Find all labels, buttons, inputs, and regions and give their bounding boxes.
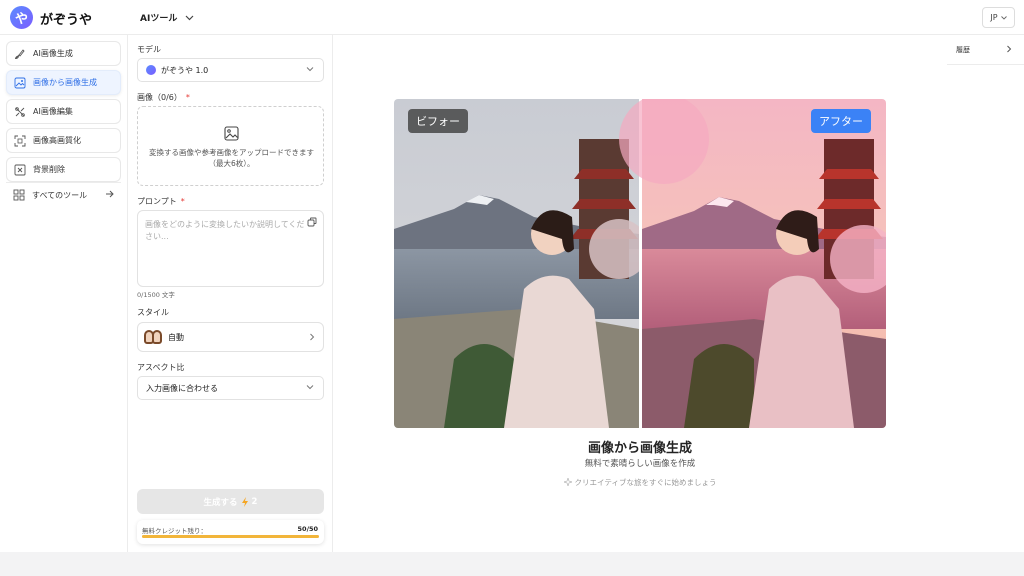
brand-logo[interactable]: や: [10, 6, 33, 29]
image-label: 画像（0/6）: [137, 93, 182, 102]
model-logo-icon: [146, 65, 156, 75]
aspect-ratio-label: アスペクト比: [137, 363, 185, 372]
arrow-right-icon: [106, 190, 114, 198]
upload-instructions: 変換する画像や参考画像をアップロードできます（最大6枚）。: [149, 148, 314, 168]
sidebar-item-label: AI画像編集: [33, 107, 73, 116]
required-mark: *: [185, 93, 190, 102]
credits-value: 50/50: [297, 525, 318, 533]
sidebar-item-label: 画像高画質化: [33, 136, 81, 145]
upscale-icon: [14, 135, 26, 146]
prompt-placeholder: 画像をどのように変換したいか説明してください...: [145, 220, 305, 241]
image-edit-icon: [14, 77, 26, 88]
style-thumbnail-icon: [144, 329, 162, 345]
chevron-down-icon: [185, 15, 194, 20]
model-select[interactable]: がぞうや 1.0: [137, 58, 324, 82]
history-label: 履歴: [956, 45, 970, 54]
before-after-comparison[interactable]: ビフォー アフター: [394, 99, 886, 428]
chevron-down-icon: [306, 385, 314, 390]
generate-button[interactable]: 生成する 2: [137, 489, 324, 514]
style-selector[interactable]: 自動: [137, 322, 324, 352]
language-selector[interactable]: JP: [982, 7, 1015, 28]
lightning-icon: [241, 496, 248, 507]
credits-card: 無料クレジット残り： 50/50: [137, 520, 324, 544]
copy-icon[interactable]: [307, 217, 317, 227]
credits-progress-bar: [142, 535, 319, 538]
sidebar-divider: [6, 182, 121, 183]
generate-label: 生成する: [203, 497, 238, 508]
sidebar-item-label: すべてのツール: [32, 190, 88, 200]
prompt-label: プロンプト: [137, 197, 177, 206]
sidebar-item-ai-image-generation[interactable]: AI画像生成: [6, 41, 121, 66]
sidebar-item-upscale[interactable]: 画像高画質化: [6, 128, 121, 153]
main-preview-area: ビフォー アフター 画像から画像生成 無料で素晴らしい画像を作成 クリエイティブ…: [333, 35, 947, 552]
sidebar-item-all-tools[interactable]: すべてのツール: [6, 184, 121, 206]
brush-icon: [14, 48, 25, 59]
prompt-char-counter: 0/1500 文字: [137, 291, 175, 299]
sidebar-item-background-removal[interactable]: 背景削除: [6, 157, 121, 182]
required-mark: *: [180, 197, 185, 206]
ai-tools-menu-label: AIツール: [140, 14, 178, 24]
sidebar-item-image-to-image[interactable]: 画像から画像生成: [6, 70, 121, 95]
history-panel: 履歴: [947, 35, 1024, 552]
sidebar-item-label: 背景削除: [33, 165, 65, 174]
feature-subtitle: 無料で素晴らしい画像を作成: [584, 459, 696, 469]
chevron-right-icon: [1007, 45, 1012, 53]
chevron-down-icon: [1000, 15, 1007, 20]
comparison-image: [394, 99, 886, 428]
style-label: スタイル: [137, 308, 169, 317]
image-upload-dropzone[interactable]: 変換する画像や参考画像をアップロードできます（最大6枚）。: [137, 106, 324, 186]
before-badge: ビフォー: [408, 109, 468, 133]
image-label-row: 画像（0/6） *: [137, 92, 190, 103]
app-window: や がぞうや AIツール JP AI画像生成 画像から画像生成 AI画像編集 画…: [0, 0, 1024, 552]
sidebar-item-ai-image-edit[interactable]: AI画像編集: [6, 99, 121, 124]
chevron-right-icon: [310, 333, 315, 341]
credits-label: 無料クレジット残り：: [142, 527, 207, 535]
chevron-down-icon: [306, 67, 314, 72]
credits-progress-fill: [142, 535, 319, 538]
feature-hint-text: クリエイティブな旅をすぐに始めましょう: [574, 478, 717, 487]
feature-title: 画像から画像生成: [587, 441, 692, 456]
image-upload-icon: [224, 126, 239, 141]
prompt-label-row: プロンプト *: [137, 196, 185, 207]
prompt-textarea[interactable]: 画像をどのように変換したいか説明してください...: [137, 210, 324, 287]
wand-icon: [15, 106, 25, 117]
after-badge: アフター: [811, 109, 871, 133]
style-value: 自動: [168, 332, 184, 342]
model-label: モデル: [137, 45, 161, 54]
grid-icon: [13, 189, 25, 201]
brand-name[interactable]: がぞうや: [40, 9, 92, 28]
ai-tools-menu[interactable]: AIツール: [140, 11, 194, 24]
sparkle-icon: [562, 477, 573, 487]
language-label: JP: [990, 13, 998, 22]
bottom-strip: [0, 552, 1024, 576]
aspect-ratio-value: 入力画像に合わせる: [146, 383, 218, 393]
aspect-ratio-select[interactable]: 入力画像に合わせる: [137, 376, 324, 400]
background-remove-icon: [14, 164, 26, 175]
feature-hint: クリエイティブな旅をすぐに始めましょう: [333, 477, 947, 488]
top-header: や がぞうや AIツール JP: [0, 0, 1024, 35]
sidebar-item-label: 画像から画像生成: [33, 78, 97, 87]
generate-cost: 2: [251, 496, 258, 507]
model-value: がぞうや 1.0: [161, 65, 209, 75]
sidebar-item-label: AI画像生成: [33, 49, 73, 58]
tool-sidebar: AI画像生成 画像から画像生成 AI画像編集 画像高画質化 背景削除 すべてのツ…: [0, 35, 128, 552]
history-toggle[interactable]: 履歴: [947, 35, 1024, 65]
settings-panel: モデル がぞうや 1.0 画像（0/6） * 変換する画像や参考画像をアップロード…: [128, 35, 333, 552]
